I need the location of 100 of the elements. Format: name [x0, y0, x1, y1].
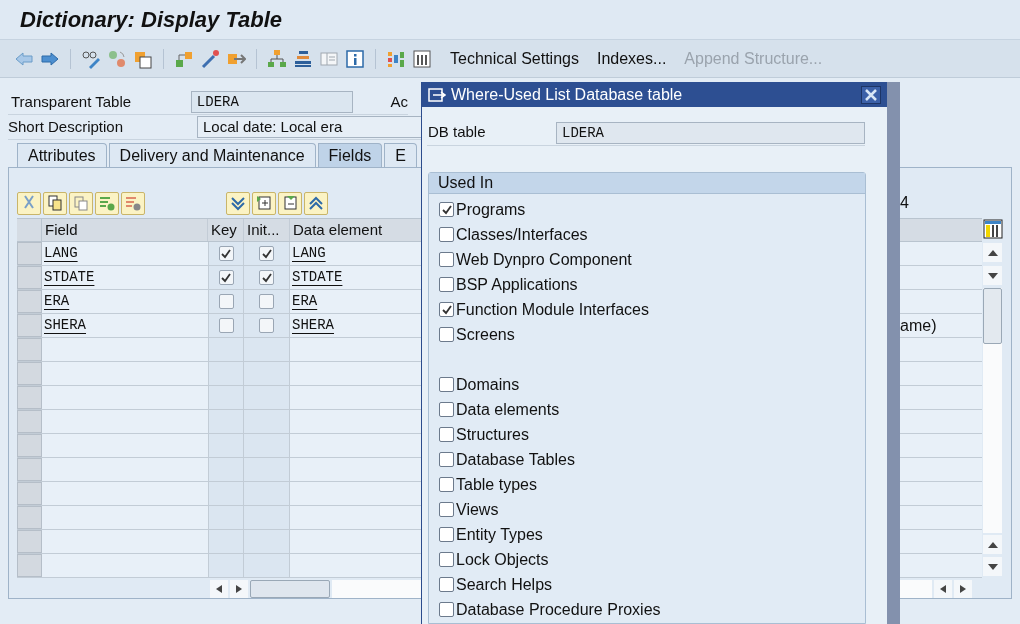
- scroll-thumb[interactable]: [983, 288, 1002, 344]
- info-icon[interactable]: [345, 48, 365, 69]
- checkbox[interactable]: [259, 270, 274, 285]
- checkbox-label[interactable]: BSP Applications: [456, 272, 578, 297]
- checkbox[interactable]: [439, 327, 454, 342]
- checkbox[interactable]: [439, 427, 454, 442]
- columns-icon[interactable]: [412, 48, 432, 69]
- checkbox-label[interactable]: Function Module Interfaces: [456, 297, 649, 322]
- tab[interactable]: Delivery and Maintenance: [108, 143, 316, 167]
- checkmark-icon: [261, 272, 272, 283]
- field-label: DB table: [427, 122, 487, 143]
- scroll-up-icon[interactable]: [983, 535, 1002, 554]
- delete-row-icon[interactable]: [121, 191, 145, 215]
- checkbox-label[interactable]: Domains: [456, 372, 520, 397]
- checkbox-label[interactable]: Screens: [456, 322, 515, 347]
- checkbox-label[interactable]: Structures: [456, 422, 529, 447]
- checkbox-label[interactable]: Lock Objects: [456, 547, 549, 572]
- checkbox-label[interactable]: Entity Types: [456, 522, 543, 547]
- checkbox[interactable]: [259, 318, 274, 333]
- data-element-link[interactable]: ERA: [292, 291, 318, 312]
- checkmark-icon: [221, 248, 231, 259]
- scroll-down-icon[interactable]: [983, 266, 1002, 285]
- checkbox[interactable]: [218, 270, 234, 285]
- scroll-right-icon[interactable]: [954, 580, 972, 598]
- expand-down-icon[interactable]: [226, 191, 250, 215]
- checkbox-label[interactable]: Database Tables: [456, 447, 575, 472]
- close-icon: [865, 88, 877, 101]
- collapse-box-icon[interactable]: [278, 191, 302, 215]
- scroll-down-icon[interactable]: [983, 557, 1002, 576]
- insert-row-icon[interactable]: [95, 191, 119, 215]
- column-header[interactable]: Field: [42, 219, 208, 241]
- dialog-title: Where-Used List Database table: [451, 84, 684, 105]
- column-header[interactable]: Init...: [244, 219, 290, 241]
- field-name-link[interactable]: STDATE: [44, 267, 95, 288]
- table-name-field[interactable]: LDERA: [190, 91, 354, 113]
- copy-icon[interactable]: [43, 191, 67, 215]
- data-element-link[interactable]: STDATE: [292, 267, 343, 288]
- checkbox[interactable]: [259, 294, 274, 309]
- hierarchy-icon[interactable]: [267, 48, 287, 69]
- data-element-link[interactable]: SHERA: [292, 315, 334, 336]
- checkbox[interactable]: [439, 502, 454, 517]
- checkbox-label[interactable]: Database Procedure Proxies: [456, 597, 661, 622]
- scroll-right-icon[interactable]: [230, 580, 248, 598]
- checkbox[interactable]: [218, 246, 234, 261]
- field-name-link[interactable]: SHERA: [44, 315, 86, 336]
- close-button[interactable]: [861, 85, 881, 104]
- scroll-track[interactable]: [983, 288, 1002, 533]
- checkbox-label[interactable]: Search Helps: [456, 572, 553, 597]
- checkbox-label[interactable]: Views: [456, 497, 499, 522]
- checkmark-icon: [441, 204, 452, 215]
- checkbox[interactable]: [439, 252, 454, 267]
- checkbox[interactable]: [439, 577, 454, 592]
- checkbox[interactable]: [439, 277, 454, 292]
- checkbox[interactable]: [439, 477, 454, 492]
- checkbox[interactable]: [439, 302, 454, 317]
- checkbox[interactable]: [439, 452, 454, 467]
- magic-wand-icon[interactable]: [200, 48, 220, 69]
- checkmark-icon: [441, 304, 452, 315]
- cut-icon[interactable]: [17, 191, 41, 215]
- field-name-link[interactable]: ERA: [44, 291, 70, 312]
- checkbox[interactable]: [439, 402, 454, 417]
- column-header[interactable]: Key: [208, 219, 244, 241]
- data-element-link[interactable]: LANG: [292, 243, 326, 264]
- field-label: Transparent Table: [10, 91, 133, 112]
- expand-box-icon[interactable]: [252, 191, 276, 215]
- checkbox[interactable]: [218, 318, 234, 333]
- scroll-left-icon[interactable]: [934, 580, 952, 598]
- checkbox[interactable]: [439, 377, 454, 392]
- scroll-up-icon[interactable]: [983, 243, 1002, 262]
- tab[interactable]: Attributes: [17, 143, 107, 167]
- scroll-thumb[interactable]: [250, 580, 330, 598]
- checkbox[interactable]: [439, 552, 454, 567]
- tab[interactable]: Fields: [317, 143, 383, 167]
- field-name-link[interactable]: LANG: [44, 243, 78, 264]
- tab[interactable]: E: [384, 143, 417, 167]
- table-cell: ame): [900, 314, 982, 337]
- collapse-up-icon[interactable]: [304, 191, 328, 215]
- scroll-left-icon[interactable]: [210, 580, 228, 598]
- toolbar-button[interactable]: Technical Settings: [450, 46, 579, 71]
- toolbar-button[interactable]: Indexes...: [596, 46, 667, 71]
- checkbox[interactable]: [439, 527, 454, 542]
- checkbox[interactable]: [439, 602, 454, 617]
- checkbox-label[interactable]: Web Dynpro Component: [456, 247, 632, 272]
- checkbox-label[interactable]: Programs: [456, 197, 526, 222]
- checkbox[interactable]: [439, 202, 454, 217]
- db-table-field[interactable]: LDERA: [556, 121, 865, 144]
- column-settings-icon[interactable]: [982, 219, 1003, 239]
- window-icon: [428, 87, 446, 102]
- window-title: Dictionary: Display Table: [20, 6, 283, 34]
- checkbox-label[interactable]: Classes/Interfaces: [456, 222, 588, 247]
- checkbox-label[interactable]: Table types: [456, 472, 537, 497]
- checkbox[interactable]: [218, 294, 234, 309]
- stack-icon[interactable]: [293, 48, 313, 69]
- field-label: Ac: [390, 91, 408, 112]
- checkbox[interactable]: [259, 246, 274, 261]
- checkbox-label[interactable]: Data elements: [456, 397, 560, 422]
- field-label: Short Description: [8, 116, 125, 137]
- checkbox[interactable]: [439, 227, 454, 242]
- glasses-pencil-icon[interactable]: [81, 48, 101, 69]
- checkmark-icon: [221, 272, 231, 283]
